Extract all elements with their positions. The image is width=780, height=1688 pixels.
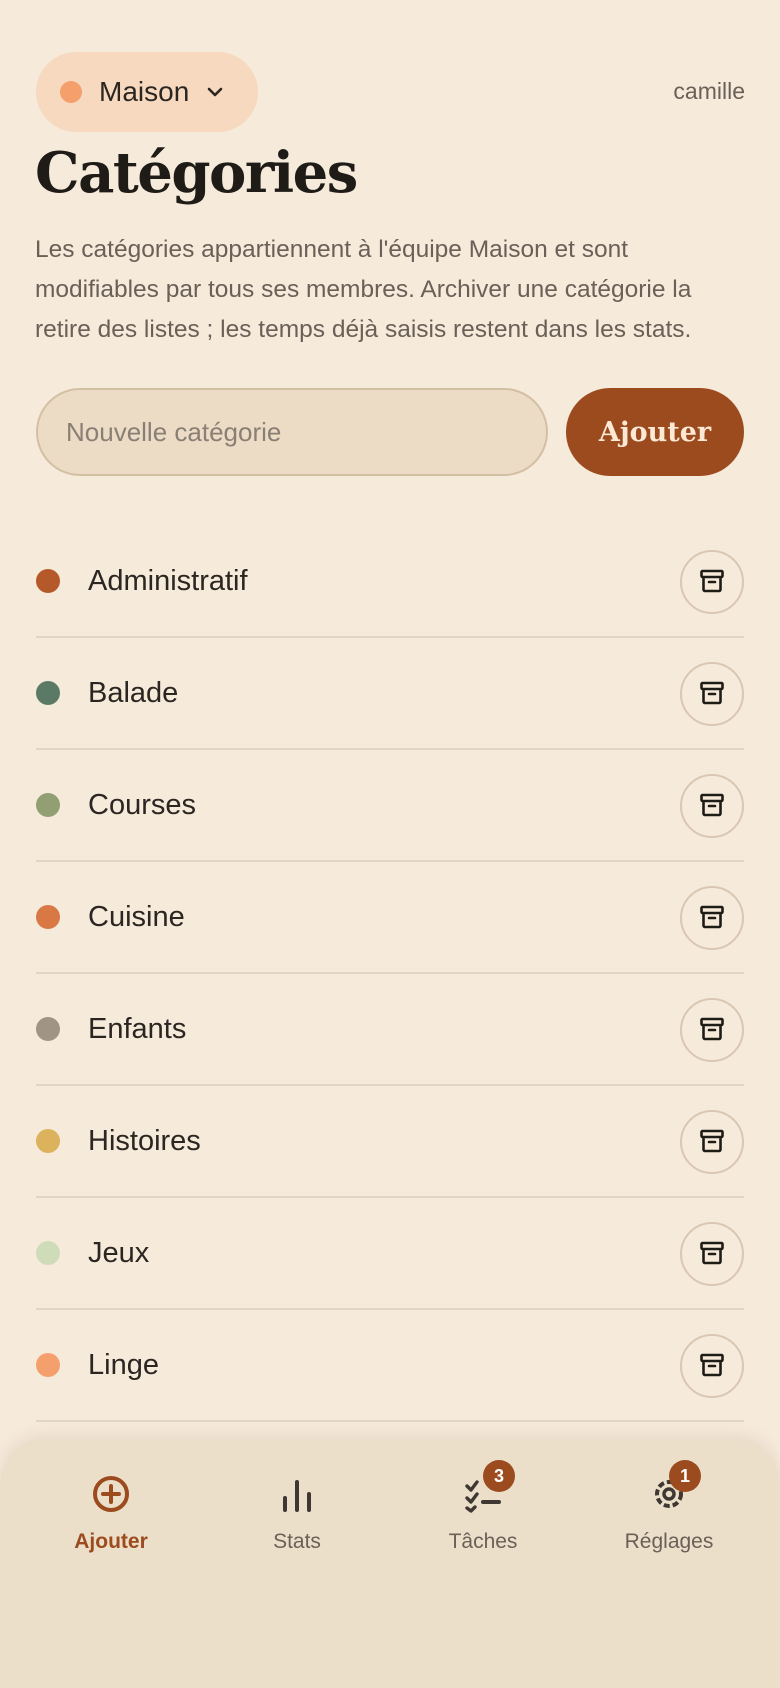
checklist-icon: 3 bbox=[461, 1460, 515, 1516]
category-label: Enfants bbox=[88, 1012, 187, 1045]
category-label: Courses bbox=[88, 788, 196, 821]
gear-icon: 1 bbox=[647, 1460, 701, 1516]
category-row: Cuisine bbox=[36, 862, 744, 974]
category-label: Balade bbox=[88, 676, 179, 709]
chevron-down-icon bbox=[205, 82, 225, 102]
page-description: Les catégories appartiennent à l'équipe … bbox=[35, 236, 692, 343]
tab-taches[interactable]: 3 Tâches bbox=[390, 1460, 576, 1572]
archive-box-icon bbox=[699, 1128, 725, 1157]
category-row: Enfants bbox=[36, 974, 744, 1086]
archive-box-icon bbox=[699, 680, 725, 709]
archive-box-icon bbox=[699, 1016, 725, 1045]
tab-reglages[interactable]: 1 Réglages bbox=[576, 1460, 762, 1572]
category-color-dot bbox=[36, 681, 60, 705]
settings-badge: 1 bbox=[669, 1460, 701, 1492]
category-label: Administratif bbox=[88, 564, 248, 597]
category-label: Linge bbox=[88, 1348, 159, 1381]
tab-label: Stats bbox=[273, 1530, 321, 1553]
archive-button[interactable] bbox=[680, 774, 744, 838]
category-label: Cuisine bbox=[88, 900, 185, 933]
team-color-dot bbox=[60, 81, 82, 103]
archive-button[interactable] bbox=[680, 550, 744, 614]
new-category-input[interactable] bbox=[36, 388, 548, 476]
page-title: Catégories bbox=[35, 140, 358, 206]
bar-chart-icon bbox=[275, 1472, 319, 1516]
category-list: Administratif Balade Courses Cuisine Enf… bbox=[36, 526, 744, 1422]
tab-stats[interactable]: Stats bbox=[204, 1472, 390, 1572]
category-color-dot bbox=[36, 1241, 60, 1265]
category-row: Histoires bbox=[36, 1086, 744, 1198]
category-label: Histoires bbox=[88, 1124, 201, 1157]
bottom-tab-bar: Ajouter Stats 3 Tâches 1 Réglages bbox=[0, 1440, 780, 1688]
category-color-dot bbox=[36, 1129, 60, 1153]
category-color-dot bbox=[36, 905, 60, 929]
category-row: Jeux bbox=[36, 1198, 744, 1310]
tab-label: Tâches bbox=[448, 1530, 518, 1553]
tab-label: Ajouter bbox=[74, 1530, 148, 1553]
username[interactable]: camille bbox=[673, 78, 745, 105]
category-row: Linge bbox=[36, 1310, 744, 1422]
plus-circle-icon bbox=[89, 1472, 133, 1516]
team-name: Maison bbox=[99, 76, 190, 107]
archive-button[interactable] bbox=[680, 886, 744, 950]
category-color-dot bbox=[36, 1353, 60, 1377]
category-row: Courses bbox=[36, 750, 744, 862]
add-category-button[interactable]: Ajouter bbox=[566, 388, 744, 476]
categories-page: Maison camille Catégories Les catégories… bbox=[0, 0, 780, 1688]
category-row: Administratif bbox=[36, 526, 744, 638]
tasks-count-badge: 3 bbox=[483, 1460, 515, 1492]
category-label: Jeux bbox=[88, 1236, 150, 1269]
archive-box-icon bbox=[699, 1240, 725, 1269]
archive-box-icon bbox=[699, 1352, 725, 1381]
category-color-dot bbox=[36, 1017, 60, 1041]
archive-box-icon bbox=[699, 904, 725, 933]
category-color-dot bbox=[36, 793, 60, 817]
tab-label: Réglages bbox=[624, 1530, 714, 1553]
category-color-dot bbox=[36, 569, 60, 593]
archive-button[interactable] bbox=[680, 1110, 744, 1174]
archive-button[interactable] bbox=[680, 1334, 744, 1398]
archive-button[interactable] bbox=[680, 662, 744, 726]
archive-box-icon bbox=[699, 792, 725, 821]
archive-box-icon bbox=[699, 568, 725, 597]
archive-button[interactable] bbox=[680, 998, 744, 1062]
team-selector[interactable]: Maison bbox=[36, 52, 258, 132]
archive-button[interactable] bbox=[680, 1222, 744, 1286]
category-row: Balade bbox=[36, 638, 744, 750]
tab-ajouter[interactable]: Ajouter bbox=[18, 1472, 204, 1572]
